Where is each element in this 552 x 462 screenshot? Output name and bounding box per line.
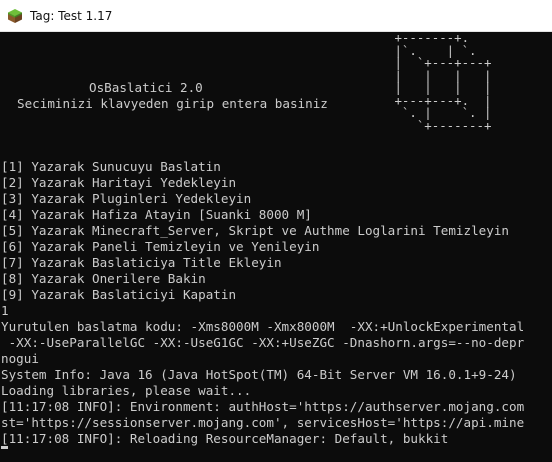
output-line: nogui [1, 351, 39, 366]
output-line: Loading libraries, please wait... [1, 383, 252, 398]
user-input-line: 1 [1, 303, 9, 318]
menu-item-8: [8] Yazarak Onerilere Bakin [1, 271, 206, 286]
menu-item-7: [7] Yazarak Baslaticiya Title Ekleyin [1, 255, 282, 270]
output-line: Yurutulen baslatma kodu: -Xms8000M -Xmx8… [1, 319, 525, 334]
window-title: Tag: Test 1.17 [30, 9, 113, 23]
instruction-text: Seciminizi klavyeden girip entera basini… [17, 96, 328, 111]
output-line: System Info: Java 16 (Java HotSpot(TM) 6… [1, 367, 517, 382]
output-line: st='https://sessionserver.mojang.com', s… [1, 415, 525, 430]
menu-item-5: [5] Yazarak Minecraft_Server, Skript ve … [1, 223, 509, 238]
menu-item-3: [3] Yazarak Pluginleri Yedekleyin [1, 191, 252, 206]
text-cursor [1, 446, 8, 449]
minecraft-grass-block-icon [8, 9, 22, 23]
output-line: -XX:-UseParallelGC -XX:-UseG1GC -XX:+Use… [1, 335, 525, 350]
menu-item-9: [9] Yazarak Baslaticiyi Kapatin [1, 287, 237, 302]
menu-item-1: [1] Yazarak Sunucuyu Baslatin [1, 159, 221, 174]
menu-item-4: [4] Yazarak Hafiza Atayin [Suanki 8000 M… [1, 207, 312, 222]
app-name: OsBaslatici 2.0 [89, 80, 203, 95]
ascii-logo: +-------+. |`. | `. | `+---+---+ | | | |… [394, 30, 492, 133]
menu-item-2: [2] Yazarak Haritayi Yedekleyin [1, 175, 237, 190]
menu-item-6: [6] Yazarak Paneli Temizleyin ve Yeniley… [1, 239, 320, 254]
output-line: [11:17:08 INFO]: Environment: authHost='… [1, 399, 525, 414]
output-line: [11:17:08 INFO]: Reloading ResourceManag… [1, 431, 449, 446]
title-bar[interactable]: Tag: Test 1.17 [0, 0, 552, 32]
